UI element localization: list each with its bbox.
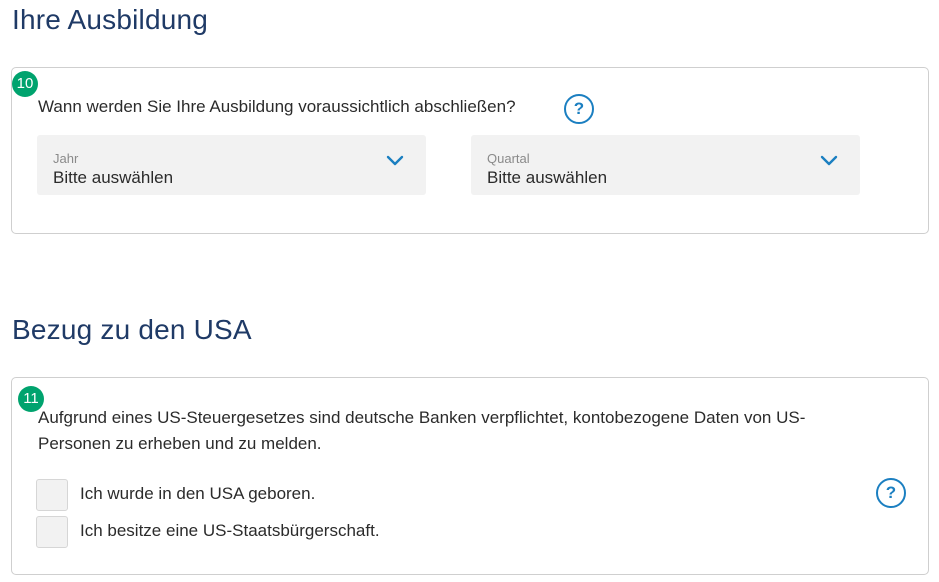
chevron-down-icon [386,155,404,166]
section-title-usa: Bezug zu den USA [12,314,252,345]
step-badge: 10 [12,71,38,97]
quarter-select-value: Bitte auswählen [487,168,608,187]
year-select[interactable]: Jahr Bitte auswählen [37,135,426,195]
usa-card: 11 Aufgrund eines US-Steuergesetzes sind… [11,377,929,575]
section-title-education: Ihre Ausbildung [12,4,209,35]
chevron-down-icon [820,155,838,166]
us-citizenship-label[interactable]: Ich besitze eine US-Staatsbürgerschaft. [80,521,380,541]
year-select-value: Bitte auswählen [53,168,174,187]
us-citizenship-checkbox[interactable] [36,516,68,548]
checkbox-row-born-in-usa: Ich wurde in den USA geboren. [36,479,536,511]
education-card: 10 Wann werden Sie Ihre Ausbildung vorau… [11,67,929,234]
year-select-label: Jahr [53,151,79,166]
usa-question: Aufgrund eines US-Steuergesetzes sind de… [38,408,806,453]
quarter-select[interactable]: Quartal Bitte auswählen [471,135,860,195]
education-question: Wann werden Sie Ihre Ausbildung voraussi… [38,97,516,116]
help-icon[interactable]: ? [564,94,594,124]
born-in-usa-checkbox[interactable] [36,479,68,511]
born-in-usa-label[interactable]: Ich wurde in den USA geboren. [80,484,315,504]
help-icon[interactable]: ? [876,478,906,508]
checkbox-row-us-citizenship: Ich besitze eine US-Staatsbürgerschaft. [36,516,536,548]
quarter-select-label: Quartal [487,151,530,166]
